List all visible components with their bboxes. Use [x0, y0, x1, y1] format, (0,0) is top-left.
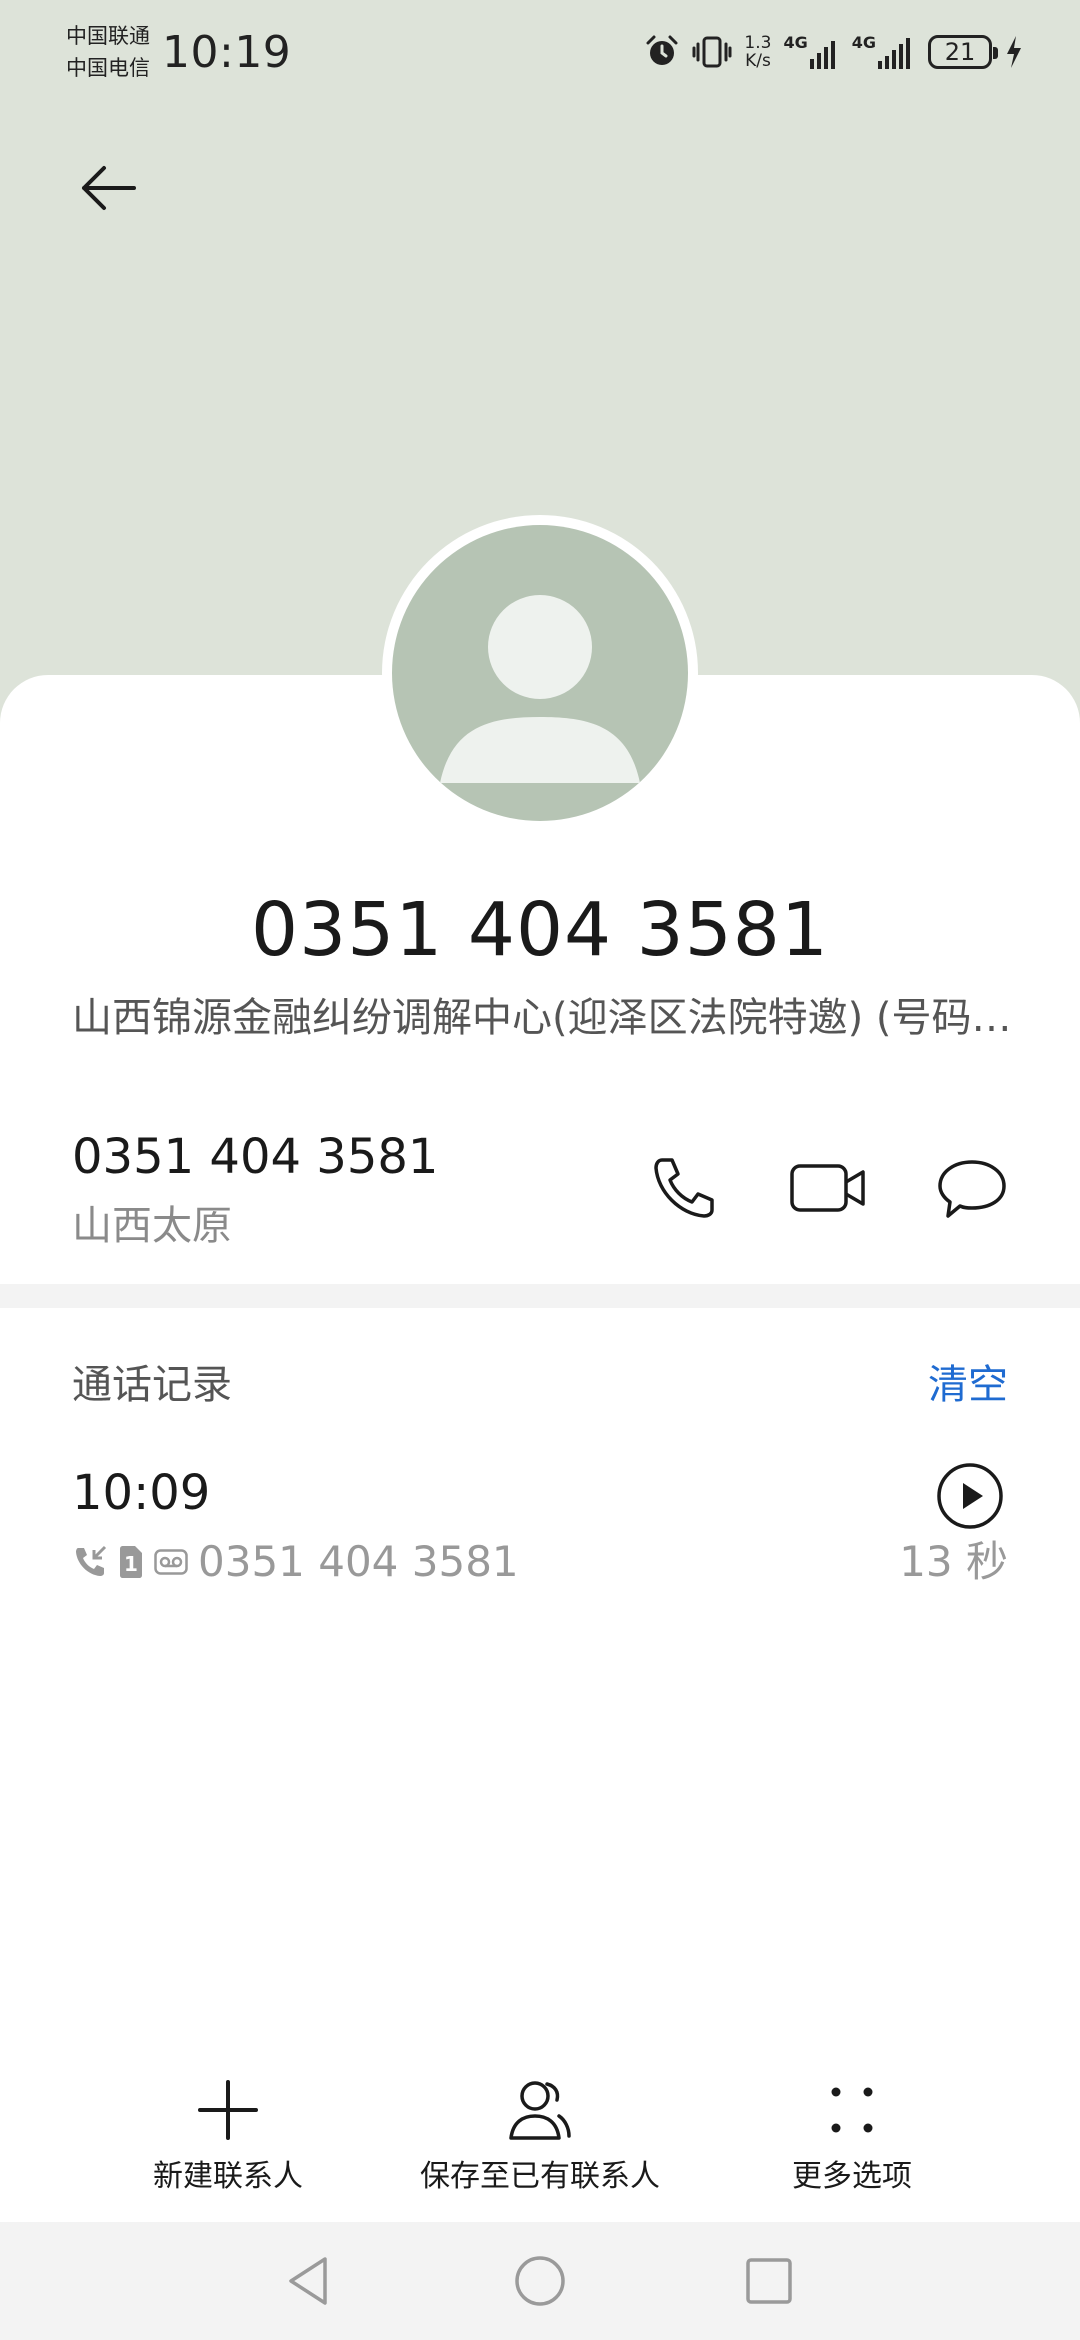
person-placeholder-icon — [440, 595, 640, 783]
status-bar: 中国联通 中国电信 10:19 1.3 K/s 4G 4G 21 — [0, 0, 1080, 110]
nav-recents-button[interactable] — [724, 2236, 814, 2326]
alarm-icon — [646, 35, 678, 65]
nav-back-button[interactable] — [264, 2236, 354, 2326]
carrier-1: 中国联通 — [66, 24, 150, 48]
plus-icon — [198, 2080, 258, 2140]
save-to-existing-label: 保存至已有联系人 — [420, 2159, 660, 2194]
number-tag-label: 山西锦源金融纠纷调解中心(迎泽区法院特邀) (号码标记) — [72, 995, 1012, 1041]
save-to-existing-button[interactable]: 保存至已有联系人 — [380, 2070, 700, 2198]
call-button[interactable] — [636, 1140, 732, 1236]
status-clock: 10:19 — [162, 27, 292, 78]
video-camera-icon — [790, 1164, 865, 1212]
triangle-back-icon — [289, 2257, 327, 2305]
phone-icon — [654, 1158, 714, 1218]
call-log-duration: 13 秒 — [899, 1537, 1008, 1586]
sim-number: 1 — [124, 1552, 138, 1576]
more-options-button[interactable]: 更多选项 — [692, 2070, 1012, 2198]
status-icons: 1.3 K/s 4G 4G 21 — [644, 30, 1024, 74]
call-log-time: 10:09 — [72, 1465, 211, 1521]
vibrate-icon — [692, 36, 732, 68]
battery-indicator: 21 — [928, 35, 998, 69]
chat-bubble-icon — [938, 1160, 1006, 1218]
square-recents-icon — [746, 2258, 792, 2304]
arrow-left-icon — [82, 166, 136, 210]
clear-call-log-button[interactable]: 清空 — [928, 1357, 1008, 1413]
avatar — [392, 525, 688, 821]
page-title-phone-number: 0351 404 3581 — [251, 887, 829, 973]
message-button[interactable] — [924, 1140, 1020, 1236]
incoming-call-icon — [76, 1545, 107, 1576]
signal-1: 4G — [783, 35, 839, 69]
charging-icon — [1007, 36, 1021, 68]
carrier-labels: 中国联通 中国电信 — [66, 20, 150, 84]
network-speed: 1.3 K/s — [744, 33, 772, 71]
more-dots-icon — [831, 2087, 873, 2133]
video-call-button[interactable] — [780, 1140, 876, 1236]
signal-bars-1-icon — [809, 41, 835, 69]
nav-home-button[interactable] — [495, 2236, 585, 2326]
sim-card-icon: 1 — [120, 1546, 142, 1578]
signal-2: 4G — [852, 35, 916, 69]
contact-number[interactable]: 0351 404 3581 — [72, 1126, 438, 1188]
call-log-meta: 1 0351 404 3581 — [72, 1533, 519, 1591]
signal-bars-2-icon — [878, 38, 910, 69]
voicemail-icon — [154, 1549, 188, 1575]
contacts-person-icon — [509, 2081, 571, 2140]
new-contact-button[interactable]: 新建联系人 — [68, 2070, 388, 2198]
contact-location: 山西太原 — [72, 1203, 232, 1249]
back-button[interactable] — [60, 140, 156, 236]
circle-home-icon — [515, 2256, 565, 2306]
section-divider — [0, 1284, 1080, 1308]
play-recording-button[interactable] — [930, 1456, 1010, 1536]
more-options-label: 更多选项 — [792, 2159, 912, 2194]
carrier-2: 中国电信 — [66, 56, 150, 80]
call-log-title: 通话记录 — [72, 1362, 232, 1408]
call-log-number: 0351 404 3581 — [198, 1537, 519, 1586]
new-contact-label: 新建联系人 — [153, 2159, 303, 2194]
play-circle-icon — [937, 1463, 1003, 1529]
